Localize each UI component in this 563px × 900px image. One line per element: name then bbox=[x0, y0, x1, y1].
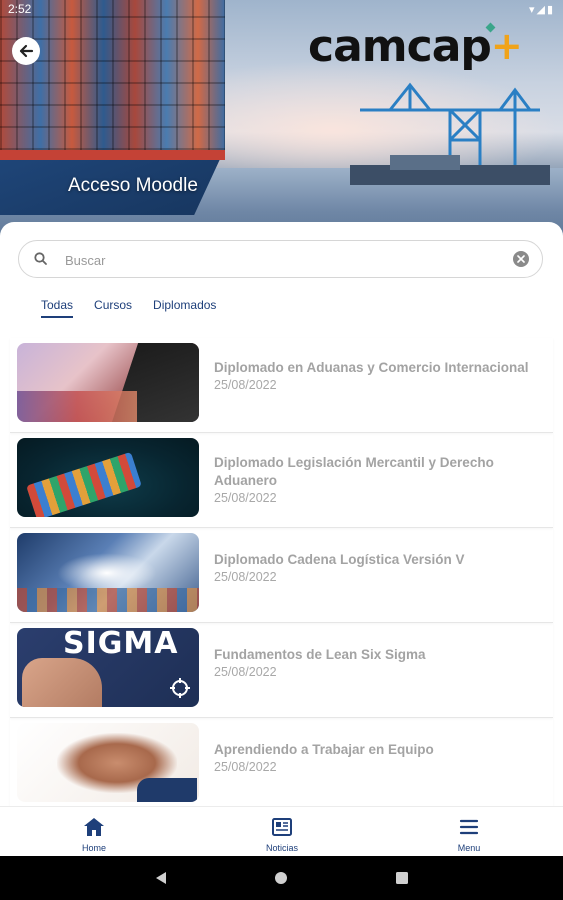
target-icon bbox=[170, 678, 190, 698]
course-list-item[interactable]: Diplomado Legislación Mercantil y Derech… bbox=[10, 433, 553, 528]
course-title-block: Diplomado Cadena Logística Versión V 25/… bbox=[214, 551, 544, 586]
status-time: 2:52 bbox=[8, 2, 32, 16]
logo-plus: + bbox=[485, 22, 523, 68]
course-date: 25/08/2022 bbox=[214, 378, 277, 392]
course-thumbnail bbox=[17, 723, 199, 802]
course-date: 25/08/2022 bbox=[214, 570, 277, 584]
course-title: Diplomado en Aduanas y Comercio Internac… bbox=[214, 360, 529, 375]
course-thumbnail bbox=[17, 343, 199, 422]
battery-icon: ▮ bbox=[546, 4, 555, 16]
home-icon bbox=[84, 818, 104, 836]
search-bar bbox=[18, 240, 543, 278]
nav-menu-label: Menu bbox=[457, 843, 481, 853]
back-button[interactable] bbox=[12, 37, 40, 65]
camcap-logo: camcap + bbox=[308, 21, 523, 74]
clear-search-icon[interactable] bbox=[513, 251, 529, 267]
status-bar: 2:52 ▾◢▮ bbox=[0, 0, 563, 22]
signal-icon: ◢ bbox=[536, 4, 547, 16]
arrow-left-icon bbox=[19, 44, 34, 58]
nav-home[interactable]: Home bbox=[54, 817, 134, 853]
home-circle-icon[interactable] bbox=[274, 871, 288, 885]
system-navigation-bar bbox=[0, 856, 563, 900]
ship-hull-stripe bbox=[0, 150, 225, 160]
newspaper-icon bbox=[272, 818, 292, 836]
course-date: 25/08/2022 bbox=[214, 491, 277, 505]
course-title-block: Diplomado Legislación Mercantil y Derech… bbox=[214, 454, 544, 507]
course-title-block: Aprendiendo a Trabajar en Equipo 25/08/2… bbox=[214, 741, 544, 776]
search-icon bbox=[34, 252, 47, 265]
thumbnail-sigma-text: SIGMA bbox=[63, 628, 179, 661]
containers-illustration bbox=[0, 0, 225, 150]
nav-menu[interactable]: Menu bbox=[429, 817, 509, 853]
course-date: 25/08/2022 bbox=[214, 760, 277, 774]
course-title: Diplomado Cadena Logística Versión V bbox=[214, 552, 465, 567]
content-sheet: Todas Cursos Diplomados Diplomado en Adu… bbox=[0, 222, 563, 856]
status-icons: ▾◢▮ bbox=[529, 3, 555, 16]
course-list: Diplomado en Aduanas y Comercio Internac… bbox=[10, 338, 553, 812]
course-thumbnail bbox=[17, 438, 199, 517]
course-title: Aprendiendo a Trabajar en Equipo bbox=[214, 742, 434, 757]
page-title: Acceso Moodle bbox=[68, 175, 198, 196]
menu-icon bbox=[459, 819, 479, 835]
bottom-navigation: Home Noticias Menu bbox=[0, 806, 563, 857]
tab-todas[interactable]: Todas bbox=[41, 298, 74, 318]
nav-home-label: Home bbox=[81, 843, 106, 853]
logo-text: camcap bbox=[308, 21, 492, 72]
course-date: 25/08/2022 bbox=[214, 665, 277, 679]
recents-square-icon[interactable] bbox=[395, 871, 409, 885]
course-title-block: Diplomado en Aduanas y Comercio Internac… bbox=[214, 359, 544, 394]
filter-tabs: Todas Cursos Diplomados bbox=[41, 298, 237, 318]
search-input[interactable] bbox=[63, 247, 497, 273]
back-triangle-icon[interactable] bbox=[154, 871, 168, 885]
port-crane-illustration bbox=[350, 82, 550, 185]
course-thumbnail bbox=[17, 533, 199, 612]
course-list-item[interactable]: Aprendiendo a Trabajar en Equipo 25/08/2… bbox=[10, 718, 553, 812]
course-list-item[interactable]: SIGMA Fundamentos de Lean Six Sigma 25/0… bbox=[10, 623, 553, 718]
course-thumbnail: SIGMA bbox=[17, 628, 199, 707]
nav-noticias-label: Noticias bbox=[265, 843, 298, 853]
tab-diplomados[interactable]: Diplomados bbox=[153, 298, 216, 318]
course-list-item[interactable]: Diplomado en Aduanas y Comercio Internac… bbox=[10, 338, 553, 433]
logo-plus-glyph: + bbox=[490, 24, 523, 68]
course-list-item[interactable]: Diplomado Cadena Logística Versión V 25/… bbox=[10, 528, 553, 623]
tab-cursos[interactable]: Cursos bbox=[94, 298, 132, 318]
course-title: Diplomado Legislación Mercantil y Derech… bbox=[214, 455, 494, 488]
course-title: Fundamentos de Lean Six Sigma bbox=[214, 647, 426, 662]
nav-noticias[interactable]: Noticias bbox=[242, 817, 322, 853]
course-title-block: Fundamentos de Lean Six Sigma 25/08/2022 bbox=[214, 646, 544, 681]
close-icon bbox=[517, 255, 525, 263]
